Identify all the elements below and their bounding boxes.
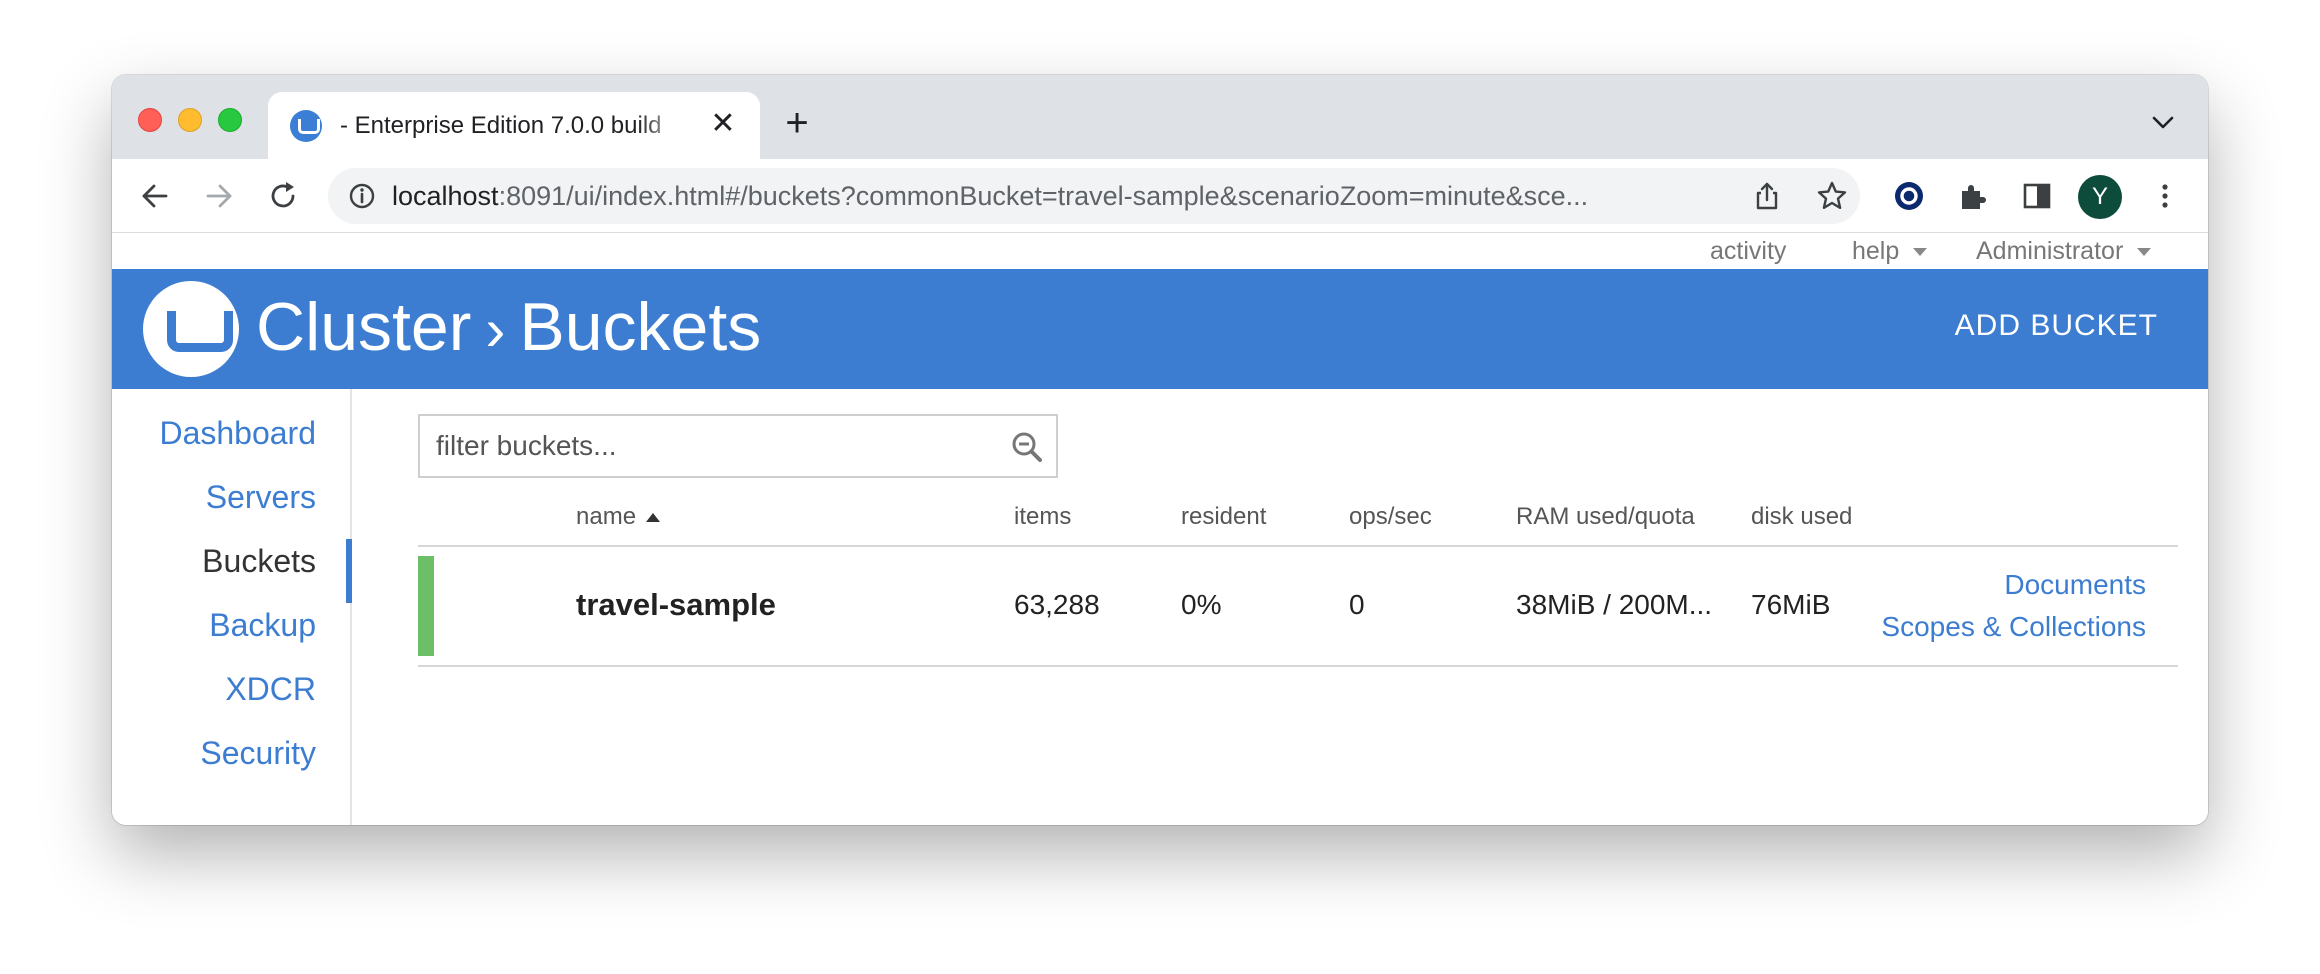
column-header-items[interactable]: items (1014, 503, 1071, 531)
sidebar-item-buckets[interactable]: Buckets (202, 543, 316, 580)
sidebar-item-dashboard[interactable]: Dashboard (159, 415, 316, 452)
bucket-disk-used: 76MiB (1751, 589, 1831, 620)
browser-window: - Enterprise Edition 7.0.0 build ✕ + loc… (112, 75, 2208, 825)
column-header-ram[interactable]: RAM used/quota (1516, 503, 1695, 531)
column-label-name: name (576, 503, 637, 530)
page-title: Buckets (519, 289, 762, 365)
column-header-name[interactable]: name (576, 503, 661, 531)
sidebar-item-security[interactable]: Security (200, 735, 316, 772)
filter-buckets-input[interactable] (436, 426, 996, 466)
help-menu-label: help (1852, 237, 1900, 265)
url-path: :8091/ui/index.html#/buckets?commonBucke… (498, 181, 1589, 211)
bookmark-star-icon[interactable] (1816, 180, 1848, 212)
back-arrow-icon[interactable] (138, 179, 172, 213)
table-header: name items resident ops/sec RAM used/quo… (418, 491, 2178, 547)
bucket-resident: 0% (1181, 589, 1222, 620)
help-caret-icon (1913, 248, 1928, 257)
bucket-ops-sec: 0 (1349, 589, 1365, 620)
minimize-window-button[interactable] (178, 108, 202, 132)
site-info-icon[interactable] (348, 182, 376, 210)
breadcrumb-cluster[interactable]: Cluster (256, 289, 471, 365)
sidebar-item-xdcr[interactable]: XDCR (225, 671, 316, 708)
more-menu-icon[interactable] (2148, 179, 2182, 213)
bucket-status-indicator (418, 556, 434, 656)
user-caret-icon (2137, 248, 2152, 257)
forward-arrow-icon[interactable] (202, 179, 236, 213)
breadcrumb-chevron-icon: › (485, 296, 506, 363)
tab-title: - Enterprise Edition 7.0.0 build (340, 112, 662, 139)
breadcrumb: Cluster › Buckets (256, 287, 761, 367)
url-host: localhost (392, 181, 499, 211)
active-nav-indicator (346, 539, 352, 603)
extension-ring-icon[interactable] (1892, 179, 1926, 213)
browser-tab[interactable]: - Enterprise Edition 7.0.0 build ✕ (268, 92, 760, 159)
column-header-resident[interactable]: resident (1181, 503, 1266, 531)
address-bar[interactable]: localhost:8091/ui/index.html#/buckets?co… (328, 168, 1860, 224)
sidebar-item-backup[interactable]: Backup (209, 607, 316, 644)
browser-toolbar: localhost:8091/ui/index.html#/buckets?co… (112, 159, 2208, 233)
user-menu[interactable]: Administrator (1976, 237, 2152, 266)
scopes-collections-link[interactable]: Scopes & Collections (1881, 611, 2146, 643)
page-header: Cluster › Buckets ADD BUCKET (112, 269, 2208, 389)
help-menu[interactable]: help (1852, 237, 1928, 266)
sidebar-nav: Dashboard Servers Buckets Backup XDCR Se… (112, 389, 352, 825)
url-text[interactable]: localhost:8091/ui/index.html#/buckets?co… (392, 181, 1682, 211)
column-header-disk[interactable]: disk used (1751, 503, 1852, 531)
reload-icon[interactable] (266, 179, 300, 213)
couchbase-page: activity help Administrator Cluster › Buck… (112, 233, 2208, 825)
bucket-name[interactable]: travel-sample (576, 587, 776, 623)
user-menu-label: Administrator (1976, 237, 2124, 265)
filter-box (418, 414, 1058, 478)
bucket-ram-quota: 38MiB / 200M... (1516, 589, 1713, 620)
couchbase-favicon-icon (290, 110, 322, 142)
side-panel-icon[interactable] (2020, 179, 2054, 213)
documents-link[interactable]: Documents (2004, 569, 2146, 601)
activity-link[interactable]: activity (1710, 237, 1786, 266)
sidebar-item-servers[interactable]: Servers (206, 479, 316, 516)
tab-search-chevron-icon[interactable] (2148, 107, 2178, 137)
bucket-items: 63,288 (1014, 589, 1100, 620)
extensions-puzzle-icon[interactable] (1956, 179, 1990, 213)
search-zoom-out-icon[interactable] (1010, 430, 1044, 464)
close-window-button[interactable] (138, 108, 162, 132)
table-row[interactable]: travel-sample 63,288 0% 0 38MiB / 200M..… (418, 549, 2178, 667)
column-header-ops-sec[interactable]: ops/sec (1349, 503, 1432, 531)
utility-bar: activity help Administrator (112, 233, 2208, 269)
couchbase-logo-icon[interactable] (143, 281, 239, 377)
add-bucket-button[interactable]: ADD BUCKET (1955, 309, 2158, 343)
tab-strip: - Enterprise Edition 7.0.0 build ✕ + (112, 75, 2208, 159)
profile-avatar[interactable]: Y (2078, 175, 2122, 219)
zoom-window-button[interactable] (218, 108, 242, 132)
share-icon[interactable] (1752, 181, 1782, 211)
sort-ascending-icon (646, 513, 661, 523)
tab-close-icon[interactable]: ✕ (708, 109, 738, 139)
new-tab-button[interactable]: + (777, 103, 817, 143)
